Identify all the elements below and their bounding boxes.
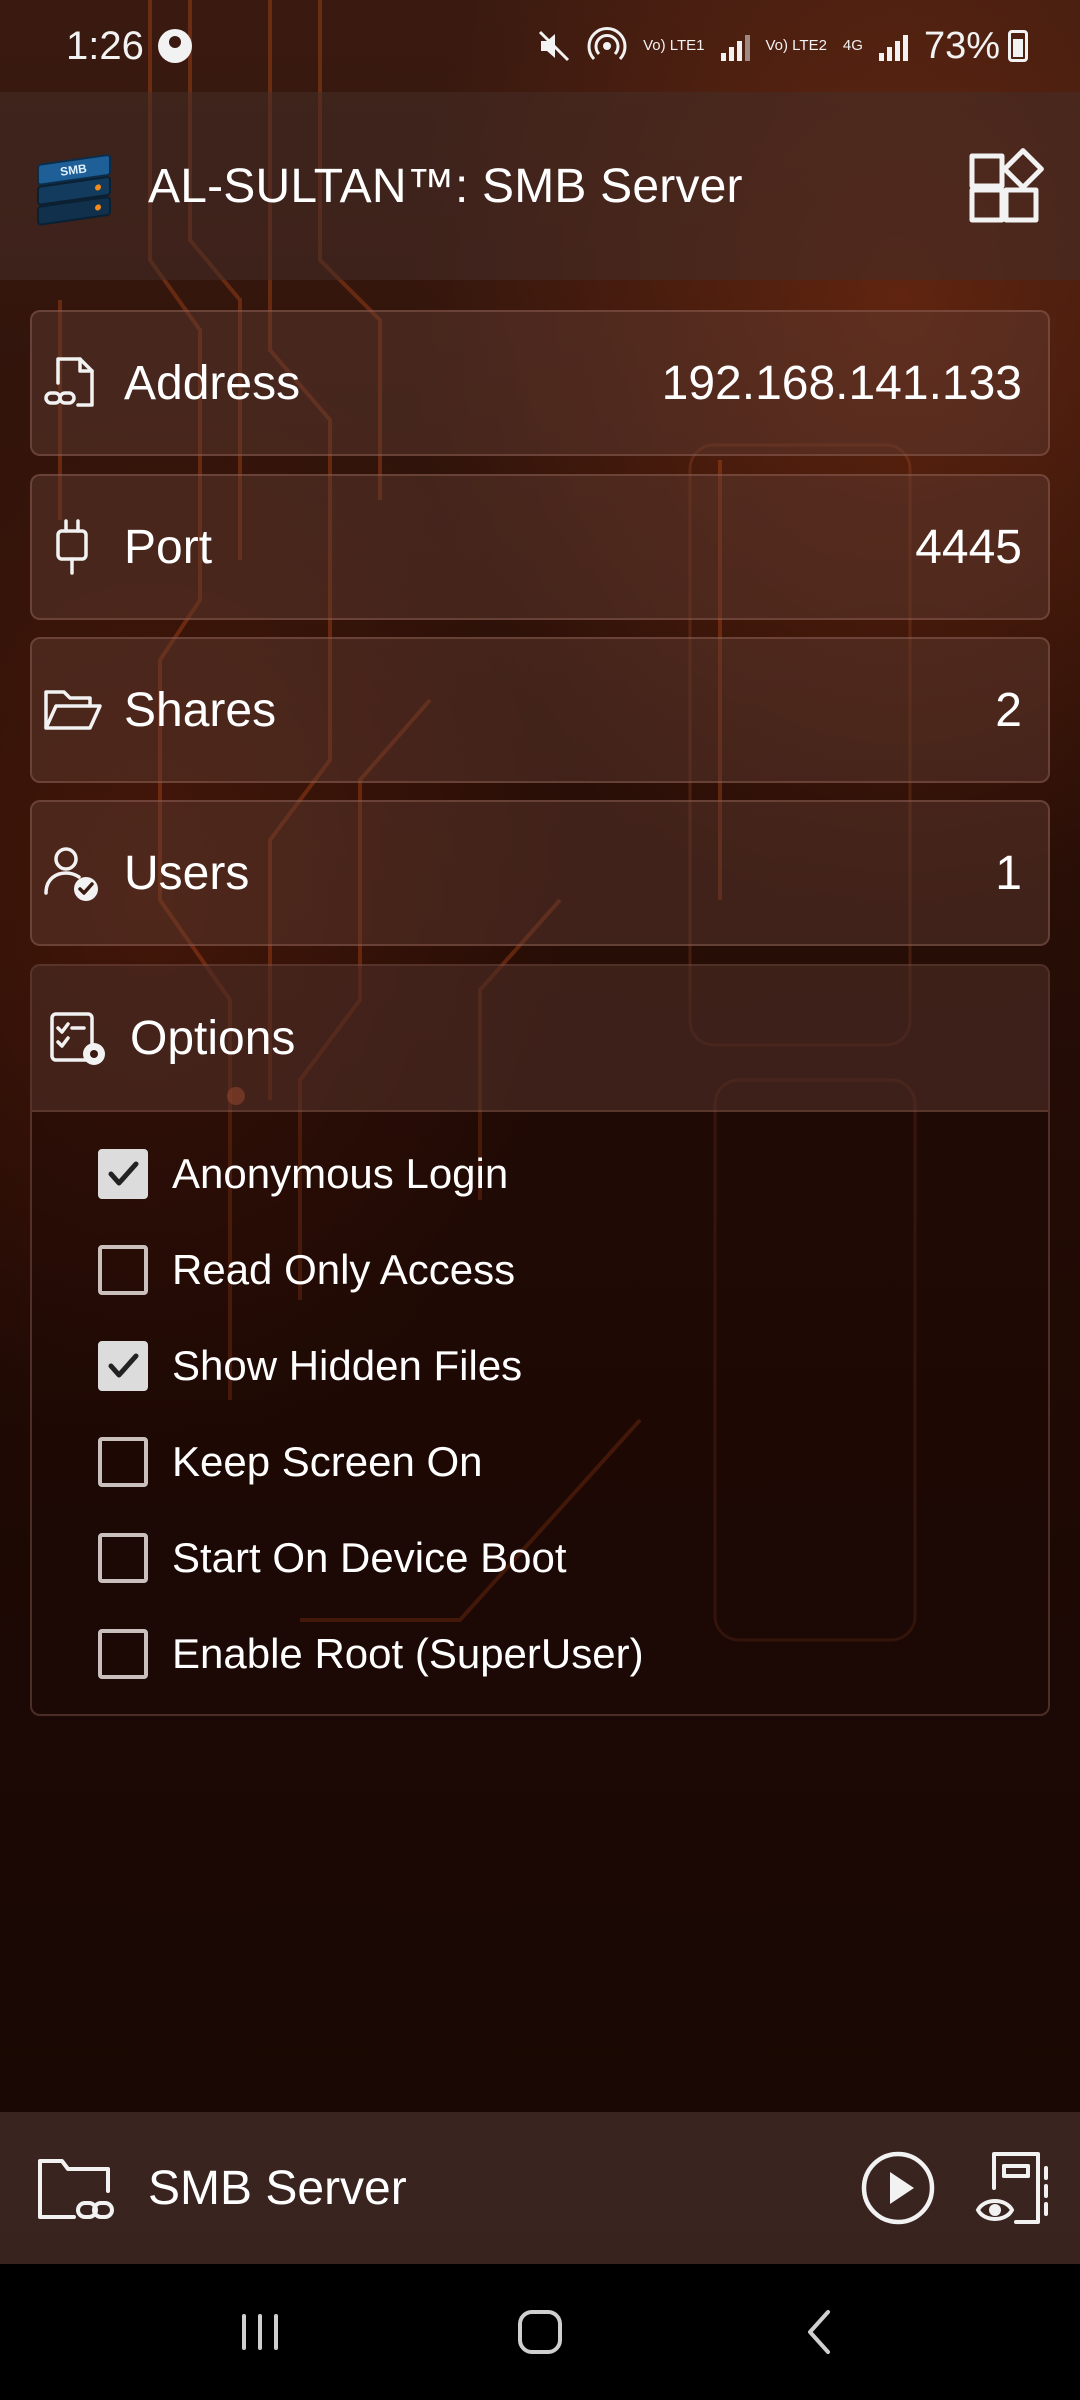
hotspot-icon: [587, 27, 627, 61]
address-label: Address: [124, 356, 301, 410]
widgets-icon[interactable]: [966, 146, 1046, 226]
users-card[interactable]: Users 1: [30, 800, 1050, 946]
folder-link-icon: [38, 2159, 114, 2219]
bottom-bar: SMB Server: [0, 2112, 1080, 2264]
shares-label: Shares: [124, 683, 277, 737]
address-value: 192.168.141.133: [661, 356, 1022, 410]
options-header[interactable]: Options: [32, 966, 1048, 1112]
port-card[interactable]: Port 4445: [30, 474, 1050, 620]
signal-bars-icon: [720, 31, 750, 61]
users-label: Users: [124, 846, 250, 900]
profile-status-icon: [157, 29, 192, 63]
anonymous-login-checkbox[interactable]: [98, 1149, 148, 1199]
log-view-icon[interactable]: [974, 2148, 1054, 2228]
battery-indicator: 73%: [924, 25, 1028, 68]
bottom-bar-actions: [858, 2148, 1054, 2228]
option-label: Read Only Access: [172, 1246, 516, 1293]
file-link-icon: [44, 357, 94, 407]
address-card[interactable]: Address 192.168.141.133: [30, 310, 1050, 456]
settings-checklist-icon: [50, 1012, 105, 1065]
network-lte1-label: Vo) LTE1: [643, 37, 705, 54]
start-on-device-boot-checkbox[interactable]: [98, 1533, 148, 1583]
status-indicators: Vo) LTE1 Vo) LTE2 4G 73%: [537, 25, 1028, 68]
back-icon[interactable]: [790, 2302, 850, 2362]
option-label: Keep Screen On: [172, 1438, 483, 1485]
options-list: Anonymous Login Read Only Access Show Hi…: [32, 1112, 1048, 1702]
users-value: 1: [995, 846, 1022, 900]
show-hidden-files-checkbox[interactable]: [98, 1341, 148, 1391]
app-header: SMB AL-SULTAN™: SMB Server: [0, 92, 1080, 280]
folder-open-icon: [44, 690, 102, 730]
option-anonymous-login[interactable]: Anonymous Login: [32, 1126, 1048, 1222]
home-icon[interactable]: [510, 2302, 570, 2362]
option-label: Anonymous Login: [172, 1150, 509, 1197]
port-value: 4445: [915, 520, 1022, 574]
options-title: Options: [130, 1011, 296, 1065]
read-only-access-checkbox[interactable]: [98, 1245, 148, 1295]
battery-icon: [1008, 30, 1028, 62]
battery-percent: 73%: [923, 24, 1000, 67]
recent-apps-icon[interactable]: [230, 2302, 290, 2362]
checkmark-icon: [108, 1353, 139, 1378]
network-type-label: 4G: [842, 37, 863, 54]
option-keep-screen-on[interactable]: Keep Screen On: [32, 1414, 1048, 1510]
shares-card[interactable]: Shares 2: [30, 637, 1050, 783]
option-show-hidden-files[interactable]: Show Hidden Files: [32, 1318, 1048, 1414]
system-nav-bar: [0, 2264, 1080, 2400]
checkmark-icon: [108, 1161, 139, 1186]
user-check-icon: [44, 847, 98, 901]
option-label: Enable Root (SuperUser): [172, 1630, 644, 1677]
smb-server-logo-icon: SMB: [37, 154, 111, 226]
options-panel: Options Anonymous Login Read Only Access…: [30, 964, 1050, 1716]
signal-bars-icon: [878, 31, 908, 61]
port-label: Port: [124, 520, 213, 574]
enable-root-checkbox[interactable]: [98, 1629, 148, 1679]
plug-icon: [56, 519, 88, 575]
keep-screen-on-checkbox[interactable]: [98, 1437, 148, 1487]
option-enable-root[interactable]: Enable Root (SuperUser): [32, 1606, 1048, 1702]
option-read-only-access[interactable]: Read Only Access: [32, 1222, 1048, 1318]
mute-icon: [539, 30, 570, 62]
status-bar: 1:26 Vo) LTE1 Vo) LTE2 4G 73%: [0, 0, 1080, 92]
option-start-on-device-boot[interactable]: Start On Device Boot: [32, 1510, 1048, 1606]
option-label: Start On Device Boot: [172, 1534, 567, 1581]
option-label: Show Hidden Files: [172, 1342, 523, 1389]
play-icon[interactable]: [858, 2148, 938, 2228]
shares-value: 2: [995, 683, 1022, 737]
status-time: 1:26: [66, 23, 144, 68]
bottom-bar-title: SMB Server: [148, 2161, 407, 2215]
network-lte2-label: Vo) LTE2: [765, 37, 827, 54]
app-title: AL-SULTAN™: SMB Server: [148, 159, 743, 213]
